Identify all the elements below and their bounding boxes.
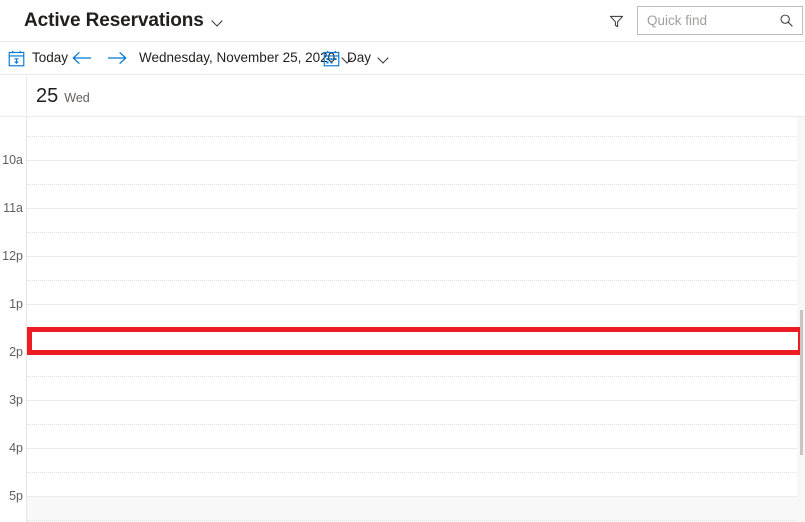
day-header-date[interactable]: 25 Wed bbox=[36, 84, 90, 108]
arrow-right-icon bbox=[107, 52, 126, 64]
calendar-grid: 10a 11a 12p 1p 2p 3p 4p 5p bbox=[0, 117, 805, 522]
hour-gridline bbox=[27, 208, 797, 209]
off-hours-shading bbox=[27, 496, 797, 522]
hour-gridline bbox=[27, 304, 797, 305]
current-date-label: Wednesday, November 25, 2020 bbox=[139, 50, 336, 65]
filter-funnel-icon bbox=[609, 15, 623, 27]
today-label: Today bbox=[32, 50, 69, 65]
calendar-today-icon bbox=[8, 50, 25, 66]
day-column[interactable] bbox=[27, 117, 797, 522]
half-hour-gridline bbox=[27, 184, 797, 185]
view-selector-button[interactable]: Day bbox=[323, 42, 389, 74]
hour-label: 4p bbox=[9, 441, 23, 455]
calendar-view-icon bbox=[323, 50, 340, 66]
day-header-gutter bbox=[0, 76, 27, 117]
half-hour-gridline bbox=[27, 424, 797, 425]
filter-button[interactable] bbox=[603, 8, 629, 34]
page-title: Active Reservations bbox=[24, 10, 204, 31]
half-hour-gridline bbox=[27, 136, 797, 137]
hour-label: 1p bbox=[9, 297, 23, 311]
half-hour-gridline bbox=[27, 520, 797, 521]
hour-label: 12p bbox=[2, 249, 23, 263]
time-gutter: 10a 11a 12p 1p 2p 3p 4p 5p bbox=[0, 117, 27, 522]
view-label: Day bbox=[347, 50, 372, 65]
search-magnifier-icon bbox=[780, 14, 793, 27]
half-hour-gridline bbox=[27, 472, 797, 473]
annotation-highlight-box bbox=[27, 327, 803, 355]
day-number: 25 bbox=[36, 85, 59, 107]
chevron-down-icon bbox=[212, 16, 223, 27]
hour-label: 5p bbox=[9, 489, 23, 503]
day-of-week: Wed bbox=[64, 91, 90, 105]
today-button[interactable]: Today bbox=[8, 42, 68, 74]
half-hour-gridline bbox=[27, 232, 797, 233]
hour-gridline bbox=[27, 160, 797, 161]
page-title-dropdown[interactable]: Active Reservations bbox=[24, 8, 223, 34]
half-hour-gridline bbox=[27, 280, 797, 281]
app-header: Active Reservations bbox=[0, 0, 805, 42]
quick-find-box[interactable] bbox=[637, 6, 803, 35]
previous-day-button[interactable] bbox=[68, 42, 94, 74]
hour-label: 3p bbox=[9, 393, 23, 407]
arrow-left-icon bbox=[72, 52, 91, 64]
hour-label: 2p bbox=[9, 345, 23, 359]
calendar-toolbar: Today Wednesday, November 25, 2020 Day bbox=[0, 42, 805, 75]
hour-label: 10a bbox=[2, 153, 23, 167]
hour-gridline bbox=[27, 448, 797, 449]
chevron-down-icon bbox=[378, 53, 389, 64]
search-input[interactable] bbox=[638, 7, 773, 34]
hour-gridline bbox=[27, 400, 797, 401]
day-column-header: 25 Wed bbox=[0, 76, 805, 117]
date-picker-button[interactable]: Wednesday, November 25, 2020 bbox=[139, 42, 353, 74]
hour-label: 11a bbox=[3, 201, 23, 215]
vertical-scrollbar-thumb[interactable] bbox=[800, 310, 803, 455]
hour-gridline bbox=[27, 256, 797, 257]
next-day-button[interactable] bbox=[104, 42, 130, 74]
hour-gridline bbox=[27, 496, 797, 497]
half-hour-gridline bbox=[27, 376, 797, 377]
search-button[interactable] bbox=[773, 8, 799, 34]
